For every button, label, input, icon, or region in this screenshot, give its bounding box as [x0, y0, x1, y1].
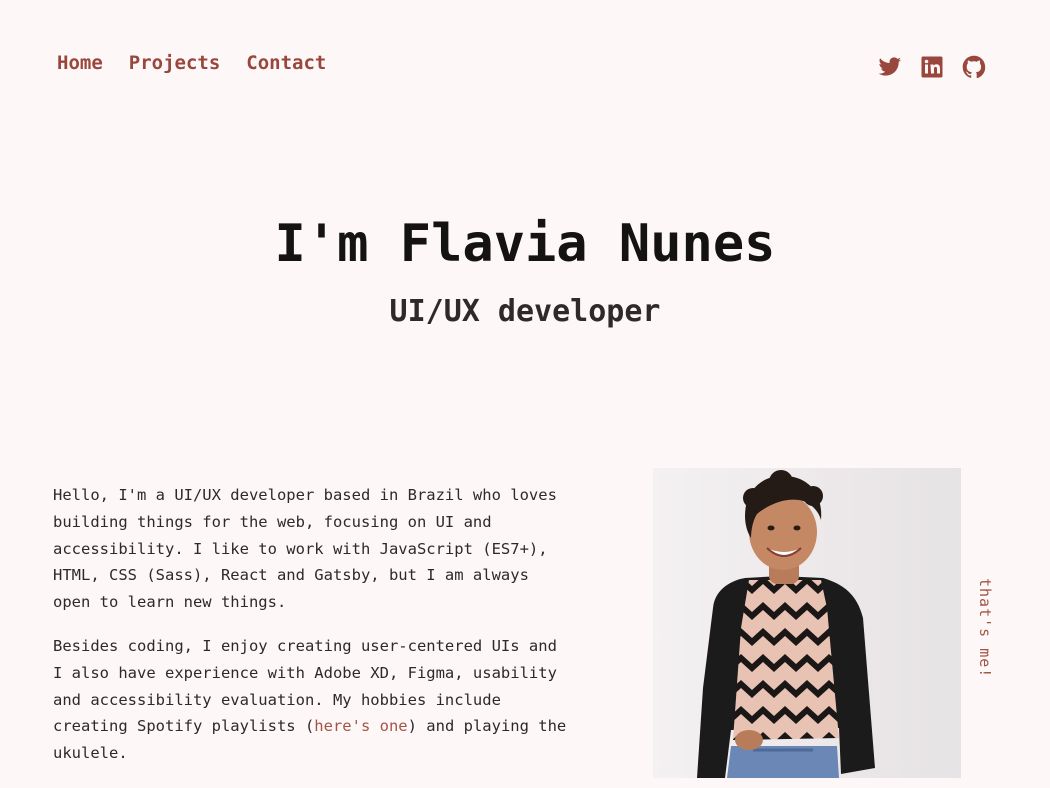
- about-paragraph-1: Hello, I'm a UI/UX developer based in Br…: [53, 486, 557, 612]
- github-link[interactable]: [962, 55, 986, 79]
- photo-caption: that's me!: [976, 578, 994, 679]
- github-icon: [962, 55, 986, 79]
- page-title: I'm Flavia Nunes: [274, 214, 776, 274]
- spotify-playlist-link[interactable]: here's one: [314, 717, 407, 735]
- profile-photo: [653, 468, 961, 778]
- twitter-link[interactable]: [878, 55, 902, 79]
- social-links: [878, 55, 986, 79]
- about-paragraph-2: Besides coding, I enjoy creating user-ce…: [53, 633, 573, 767]
- linkedin-icon: [921, 56, 943, 78]
- nav-contact-link[interactable]: Contact: [246, 52, 326, 74]
- nav-projects-link[interactable]: Projects: [129, 52, 221, 74]
- profile-photo-illustration: [697, 470, 875, 778]
- linkedin-link[interactable]: [920, 55, 944, 79]
- twitter-icon: [878, 57, 901, 76]
- page-subtitle: UI/UX developer: [389, 294, 661, 329]
- nav-home-link[interactable]: Home: [57, 52, 103, 74]
- about-section: Hello, I'm a UI/UX developer based in Br…: [53, 482, 573, 784]
- main-nav: Home Projects Contact: [57, 52, 326, 74]
